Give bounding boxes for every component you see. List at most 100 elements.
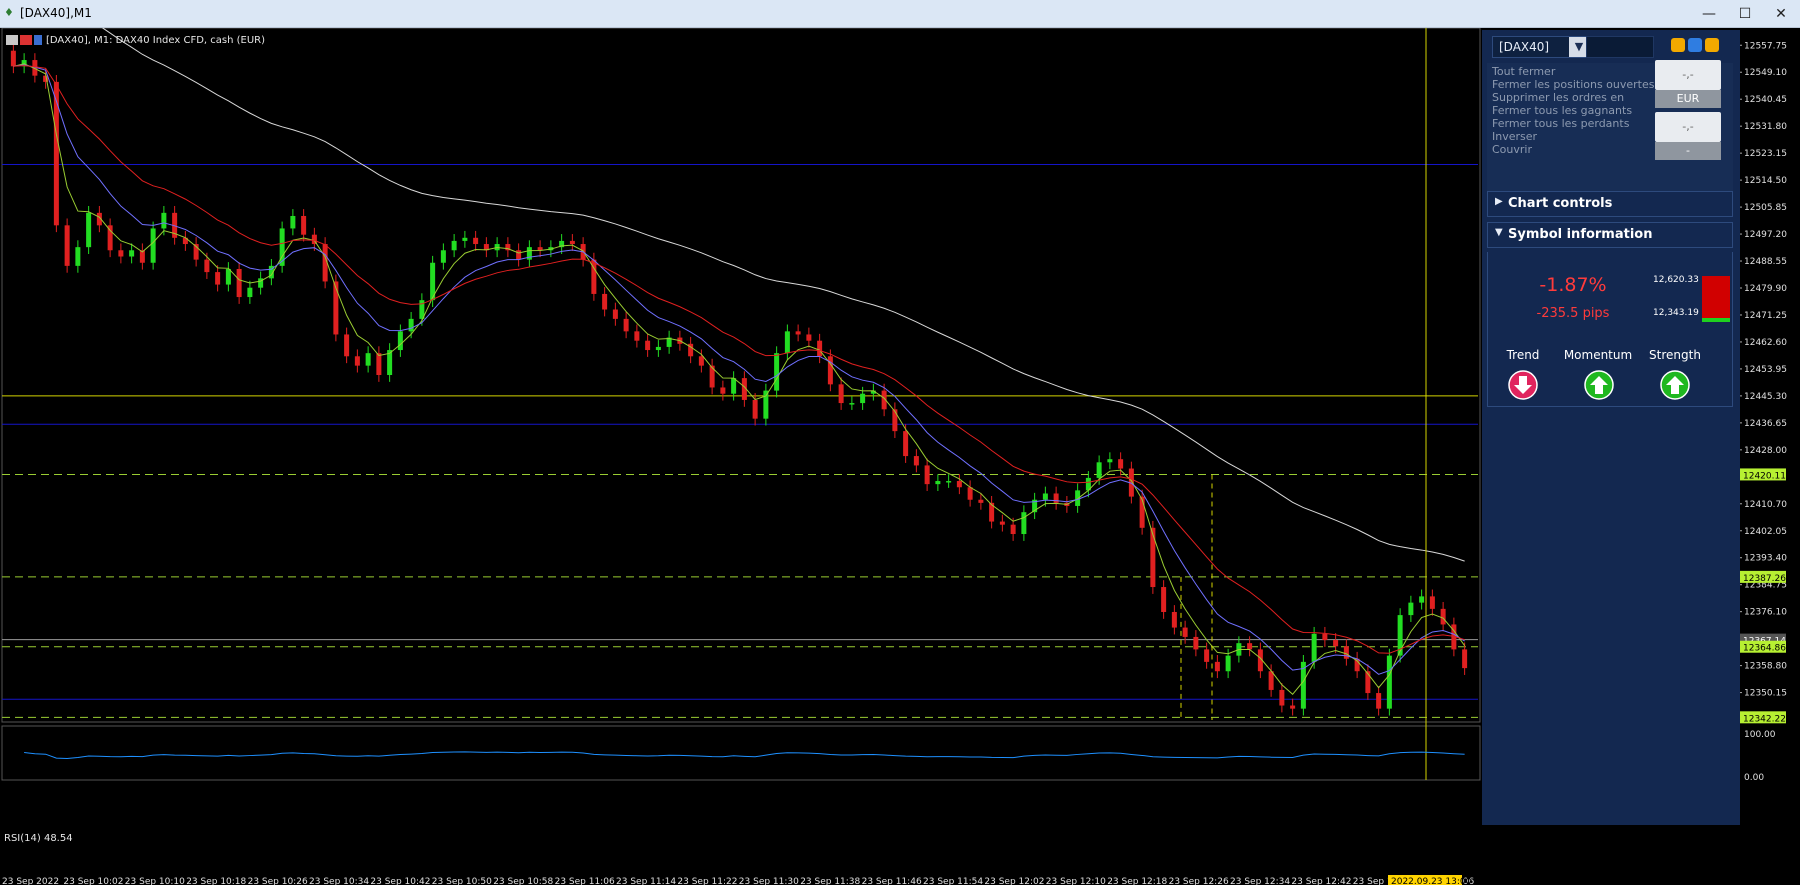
- symbol-information-label: Symbol information: [1508, 227, 1653, 242]
- price-tag-label: 12387.26: [1743, 574, 1786, 584]
- price-scale-label: 12471.25: [1744, 311, 1787, 321]
- symbol-select[interactable]: [DAX40] ▼: [1492, 36, 1590, 58]
- caret-down-icon: ▼: [1495, 227, 1503, 238]
- rsi-scale-label: 0.00: [1744, 773, 1764, 783]
- candle-body: [333, 281, 339, 335]
- candle-body: [473, 237, 479, 245]
- candle-body: [806, 334, 812, 341]
- candle-body: [397, 331, 403, 351]
- sell-lot-button[interactable]: -,-: [1655, 112, 1721, 142]
- symbol-information-section[interactable]: ▼ Symbol information: [1487, 222, 1733, 248]
- close-losers-action[interactable]: Fermer tous les perdants: [1492, 117, 1629, 130]
- time-axis-label: 23 Sep 10:02: [63, 877, 123, 885]
- candle-body: [698, 356, 704, 366]
- time-axis-label: 23 Sep 10:50: [432, 877, 492, 885]
- candle-body: [1204, 649, 1210, 662]
- time-axis-label: 23 Sep 10:42: [370, 877, 430, 885]
- spread-label: -: [1655, 142, 1721, 160]
- candle-body: [978, 499, 984, 503]
- candle-body: [1150, 527, 1156, 588]
- properties-icon[interactable]: [34, 35, 42, 45]
- candle-body: [161, 212, 167, 229]
- price-scale-label: 12531.80: [1744, 122, 1787, 132]
- time-axis-label: 23 Sep 11:46: [862, 877, 922, 885]
- candle-body: [1042, 493, 1048, 500]
- time-axis-label: 23 Sep 12:02: [984, 877, 1044, 885]
- chart-controls-label: Chart controls: [1508, 196, 1613, 211]
- candle-body: [365, 353, 371, 366]
- strength-label: Strength: [1649, 348, 1701, 362]
- candle-body: [10, 50, 16, 67]
- rsi-scale-label: 100.00: [1744, 730, 1776, 740]
- candle-body: [1419, 596, 1425, 603]
- reverse-action[interactable]: Inverser: [1492, 130, 1537, 143]
- volume-input[interactable]: [1586, 36, 1654, 58]
- price-tag-label: 12342.22: [1743, 714, 1786, 724]
- time-axis-label: 23 Sep 12:18: [1107, 877, 1167, 885]
- candle-body: [1214, 661, 1220, 672]
- expand-icon[interactable]: [1705, 38, 1719, 52]
- minimize-button[interactable]: —: [1694, 4, 1724, 24]
- candle-body: [774, 353, 780, 391]
- ema-slow-line: [13, 65, 1465, 654]
- close-open-positions-action[interactable]: Fermer les positions ouvertes: [1492, 78, 1655, 91]
- candle-body: [1386, 655, 1392, 709]
- candle-body: [924, 465, 930, 485]
- price-scale-label: 12445.30: [1744, 392, 1787, 402]
- price-scale-label: 12402.05: [1744, 527, 1787, 537]
- hedge-action[interactable]: Couvrir: [1492, 143, 1532, 156]
- candle-body: [376, 353, 382, 375]
- time-axis-label: 23 Sep 12:26: [1169, 877, 1229, 885]
- time-axis-label: 23 Sep 10:26: [248, 877, 308, 885]
- buy-lot-button[interactable]: -,-: [1655, 60, 1721, 90]
- symbol-select-value: [DAX40]: [1499, 40, 1550, 54]
- maximize-button[interactable]: ☐: [1730, 4, 1760, 24]
- candle-body: [967, 487, 973, 500]
- chart-controls-section[interactable]: ▶ Chart controls: [1487, 191, 1733, 217]
- time-axis-label: 23 Sep 10:58: [493, 877, 553, 885]
- copy-icon[interactable]: [1671, 38, 1685, 52]
- candle-body: [1333, 640, 1339, 647]
- candle-body: [53, 81, 59, 226]
- candle-body: [623, 318, 629, 332]
- close-winners-action[interactable]: Fermer tous les gagnants: [1492, 104, 1632, 117]
- time-axis-label: 23 Sep 12:34: [1230, 877, 1290, 885]
- time-axis-label: 23 Sep 10:18: [186, 877, 246, 885]
- price-scale-label: 12376.10: [1744, 608, 1787, 618]
- candle-body: [64, 225, 70, 266]
- gear-icon[interactable]: [1688, 38, 1702, 52]
- candle-body: [1107, 459, 1113, 463]
- candle-body: [1429, 596, 1435, 609]
- price-scale-label: 12549.10: [1744, 68, 1787, 78]
- momentum-arrow-up-icon: [1584, 370, 1614, 400]
- price-scale-label: 12523.15: [1744, 149, 1787, 159]
- candle-body: [1462, 649, 1468, 669]
- ema-medium-line: [13, 64, 1465, 675]
- delete-orders-action[interactable]: Supprimer les ordres en: [1492, 91, 1624, 104]
- candle-body: [795, 331, 801, 335]
- candle-body: [75, 247, 81, 266]
- candle-body: [731, 378, 737, 394]
- candle-body: [1118, 459, 1124, 469]
- price-scale-label: 12410.70: [1744, 500, 1787, 510]
- menu-icon[interactable]: [6, 35, 18, 45]
- time-axis-label: 23 Sep 11:30: [739, 877, 799, 885]
- candle-body: [462, 237, 468, 241]
- price-tag-label: 12420.11: [1743, 471, 1786, 481]
- change-pips: -235.5 pips: [1536, 306, 1610, 321]
- close-button[interactable]: ✕: [1766, 4, 1796, 24]
- candle-body: [1311, 633, 1317, 662]
- candle-body: [612, 309, 618, 319]
- chart-type-icon[interactable]: [20, 35, 32, 45]
- ema-long-line: [101, 28, 1465, 562]
- candle-body: [655, 346, 661, 351]
- chart-symbol-label: [DAX40], M1: DAX40 Index CFD, cash (EUR): [46, 35, 265, 46]
- candle-body: [440, 250, 446, 263]
- price-scale-label: 12436.65: [1744, 419, 1787, 429]
- close-all-action[interactable]: Tout fermer: [1492, 65, 1555, 78]
- candle-body: [913, 456, 919, 466]
- candle-body: [1440, 608, 1446, 625]
- candle-body: [1279, 689, 1285, 706]
- candle-body: [827, 356, 833, 385]
- trade-panel: [DAX40] ▼ Tout fermer Fermer les positio…: [1482, 30, 1740, 825]
